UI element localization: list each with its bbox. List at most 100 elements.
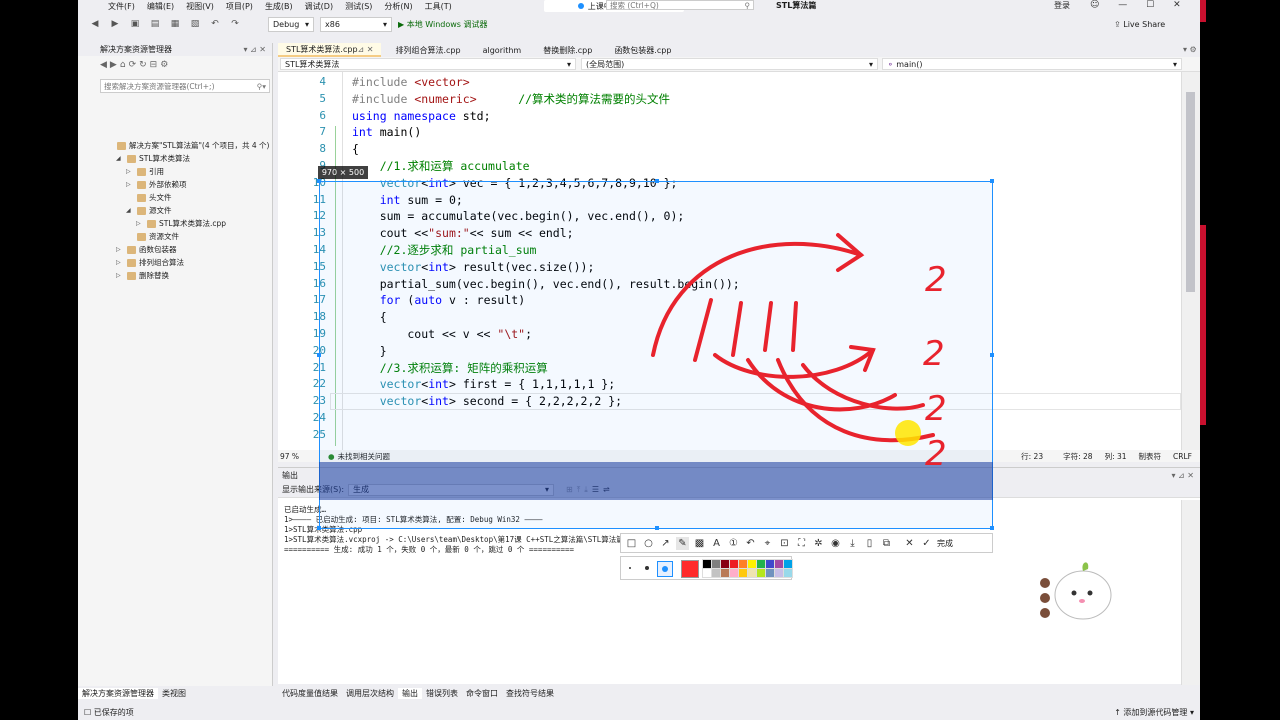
- color-swatch[interactable]: [720, 568, 730, 578]
- login-button[interactable]: 登录: [1054, 0, 1070, 11]
- mosaic-icon[interactable]: ▩: [693, 537, 706, 550]
- forward-icon[interactable]: ▶: [110, 60, 120, 70]
- home-icon[interactable]: ⌂: [120, 60, 129, 70]
- menu-item[interactable]: 生成(B): [259, 1, 299, 12]
- download-icon[interactable]: ⤓: [846, 537, 859, 550]
- resize-handle[interactable]: [655, 526, 659, 530]
- editor-tab[interactable]: 函数包装器.cpp: [606, 43, 679, 57]
- liveshare-button[interactable]: ⇪ Live Share: [1114, 20, 1165, 29]
- color-swatch[interactable]: [774, 568, 784, 578]
- resize-handle[interactable]: [317, 353, 321, 357]
- resize-handle[interactable]: [990, 179, 994, 183]
- color-swatch[interactable]: [783, 568, 793, 578]
- redo-icon[interactable]: ↷: [228, 17, 242, 31]
- rectangle-icon[interactable]: □: [625, 537, 638, 550]
- color-swatch[interactable]: [783, 559, 793, 569]
- solution-tree-item[interactable]: ▷ 排列组合算法: [116, 257, 184, 268]
- fullscreen-icon[interactable]: ⛶: [795, 537, 808, 550]
- color-swatch[interactable]: [747, 568, 757, 578]
- bottom-tab[interactable]: 错误列表: [422, 688, 462, 699]
- ocr-icon[interactable]: ⊡: [778, 537, 791, 550]
- properties-icon[interactable]: ⚙: [160, 60, 171, 70]
- solution-search-input[interactable]: 搜索解决方案资源管理器(Ctrl+;) ⚲▾: [100, 79, 270, 93]
- bottom-tab[interactable]: 代码度量值结果: [278, 688, 342, 699]
- menu-item[interactable]: 测试(S): [339, 1, 378, 12]
- tab-overflow-icon[interactable]: ▾ ⚙: [1183, 45, 1197, 54]
- brush-large-icon[interactable]: [657, 561, 673, 577]
- collapse-icon[interactable]: ⊟: [150, 60, 161, 70]
- resize-handle[interactable]: [655, 179, 659, 183]
- maximize-icon[interactable]: ☐: [1146, 0, 1154, 10]
- copy-icon[interactable]: ⧉: [880, 537, 893, 550]
- color-swatch[interactable]: [747, 559, 757, 569]
- color-swatch[interactable]: [702, 559, 712, 569]
- color-swatch[interactable]: [729, 568, 739, 578]
- brush-small-icon[interactable]: [629, 567, 631, 569]
- ellipse-icon[interactable]: ○: [642, 537, 655, 550]
- start-debugging-button[interactable]: ▶ 本地 Windows 调试器: [398, 19, 488, 30]
- pin-icon[interactable]: ▾ ⊿ ✕: [243, 45, 266, 54]
- brush-medium-icon[interactable]: [645, 566, 649, 570]
- solution-tree-item[interactable]: ◢ STL算术类算法: [116, 153, 190, 164]
- scrollbar-thumb[interactable]: [1186, 92, 1195, 292]
- sync-icon[interactable]: ⟳: [129, 60, 140, 70]
- solution-tree-item[interactable]: ▷ STL算术类算法.cpp: [136, 218, 226, 229]
- editor-scrollbar[interactable]: [1181, 72, 1200, 450]
- resize-handle[interactable]: [317, 179, 321, 183]
- solution-tree-item[interactable]: 资源文件: [126, 231, 179, 242]
- color-swatch[interactable]: [729, 559, 739, 569]
- done-button[interactable]: 完成: [937, 538, 953, 549]
- menu-item[interactable]: 文件(F): [102, 1, 141, 12]
- menu-item[interactable]: 调试(D): [299, 1, 339, 12]
- editor-tab[interactable]: STL算术类算法.cpp ⊿ ✕: [278, 43, 382, 57]
- resize-handle[interactable]: [990, 353, 994, 357]
- color-swatch[interactable]: [774, 559, 784, 569]
- tab-solution-explorer[interactable]: 解决方案资源管理器: [78, 687, 158, 699]
- bottom-tab[interactable]: 查找符号结果: [502, 688, 558, 699]
- solution-tree-item[interactable]: ▷ 外部依赖项: [126, 179, 187, 190]
- bottom-tab[interactable]: 输出: [398, 687, 422, 699]
- done-icon[interactable]: ✓: [920, 537, 933, 550]
- color-swatch[interactable]: [711, 568, 721, 578]
- solution-tree-item[interactable]: ◢ 源文件: [126, 205, 172, 216]
- pin-icon[interactable]: ▾ ⊿ ✕: [1171, 471, 1194, 480]
- record-icon[interactable]: ◉: [829, 537, 842, 550]
- solution-tree-item[interactable]: ▷ 函数包装器: [116, 244, 177, 255]
- project-select[interactable]: STL算术类算法 ▾: [280, 58, 576, 70]
- editor-tab[interactable]: algorithm: [475, 43, 530, 57]
- color-swatch[interactable]: [711, 559, 721, 569]
- undo-icon[interactable]: ↶: [208, 17, 222, 31]
- menu-item[interactable]: 项目(P): [220, 1, 259, 12]
- resize-handle[interactable]: [990, 526, 994, 530]
- solution-tree-item[interactable]: 解决方案"STL算法篇"(4 个项目，共 4 个): [106, 140, 269, 151]
- scope-select[interactable]: (全局范围) ▾: [581, 58, 878, 70]
- arrow-icon[interactable]: ↗: [659, 537, 672, 550]
- translate-icon[interactable]: ✲: [812, 537, 825, 550]
- save-all-icon[interactable]: ▧: [188, 17, 202, 31]
- back-icon[interactable]: ◀: [100, 60, 110, 70]
- solution-tree-item[interactable]: 头文件: [126, 192, 172, 203]
- solution-tree-item[interactable]: ▷ 引用: [126, 166, 164, 177]
- output-scrollbar[interactable]: [1181, 500, 1200, 685]
- color-swatch[interactable]: [702, 568, 712, 578]
- number-icon[interactable]: ①: [727, 537, 740, 550]
- back-icon[interactable]: ◀: [88, 17, 102, 31]
- color-swatch[interactable]: [756, 568, 766, 578]
- close-tab-icon[interactable]: ⊿ ✕: [358, 45, 374, 54]
- solution-tree-item[interactable]: ▷ 删除替换: [116, 270, 169, 281]
- color-swatch[interactable]: [738, 568, 748, 578]
- color-swatch[interactable]: [720, 559, 730, 569]
- pin-screen-icon[interactable]: ⌖: [761, 537, 774, 550]
- current-color-swatch[interactable]: [681, 560, 699, 578]
- open-icon[interactable]: ▤: [148, 17, 162, 31]
- new-item-icon[interactable]: ▣: [128, 17, 142, 31]
- editor-tab[interactable]: 替换删除.cpp: [535, 43, 600, 57]
- color-swatch[interactable]: [765, 559, 775, 569]
- platform-select[interactable]: x86 ▾: [320, 16, 392, 32]
- menu-item[interactable]: 工具(T): [419, 1, 458, 12]
- menu-item[interactable]: 视图(V): [180, 1, 220, 12]
- feedback-icon[interactable]: ☺: [1090, 0, 1099, 10]
- source-control-button[interactable]: ↑ 添加到源代码管理 ▾: [1114, 707, 1194, 718]
- close-icon[interactable]: ✕: [1173, 0, 1181, 10]
- color-swatch[interactable]: [765, 568, 775, 578]
